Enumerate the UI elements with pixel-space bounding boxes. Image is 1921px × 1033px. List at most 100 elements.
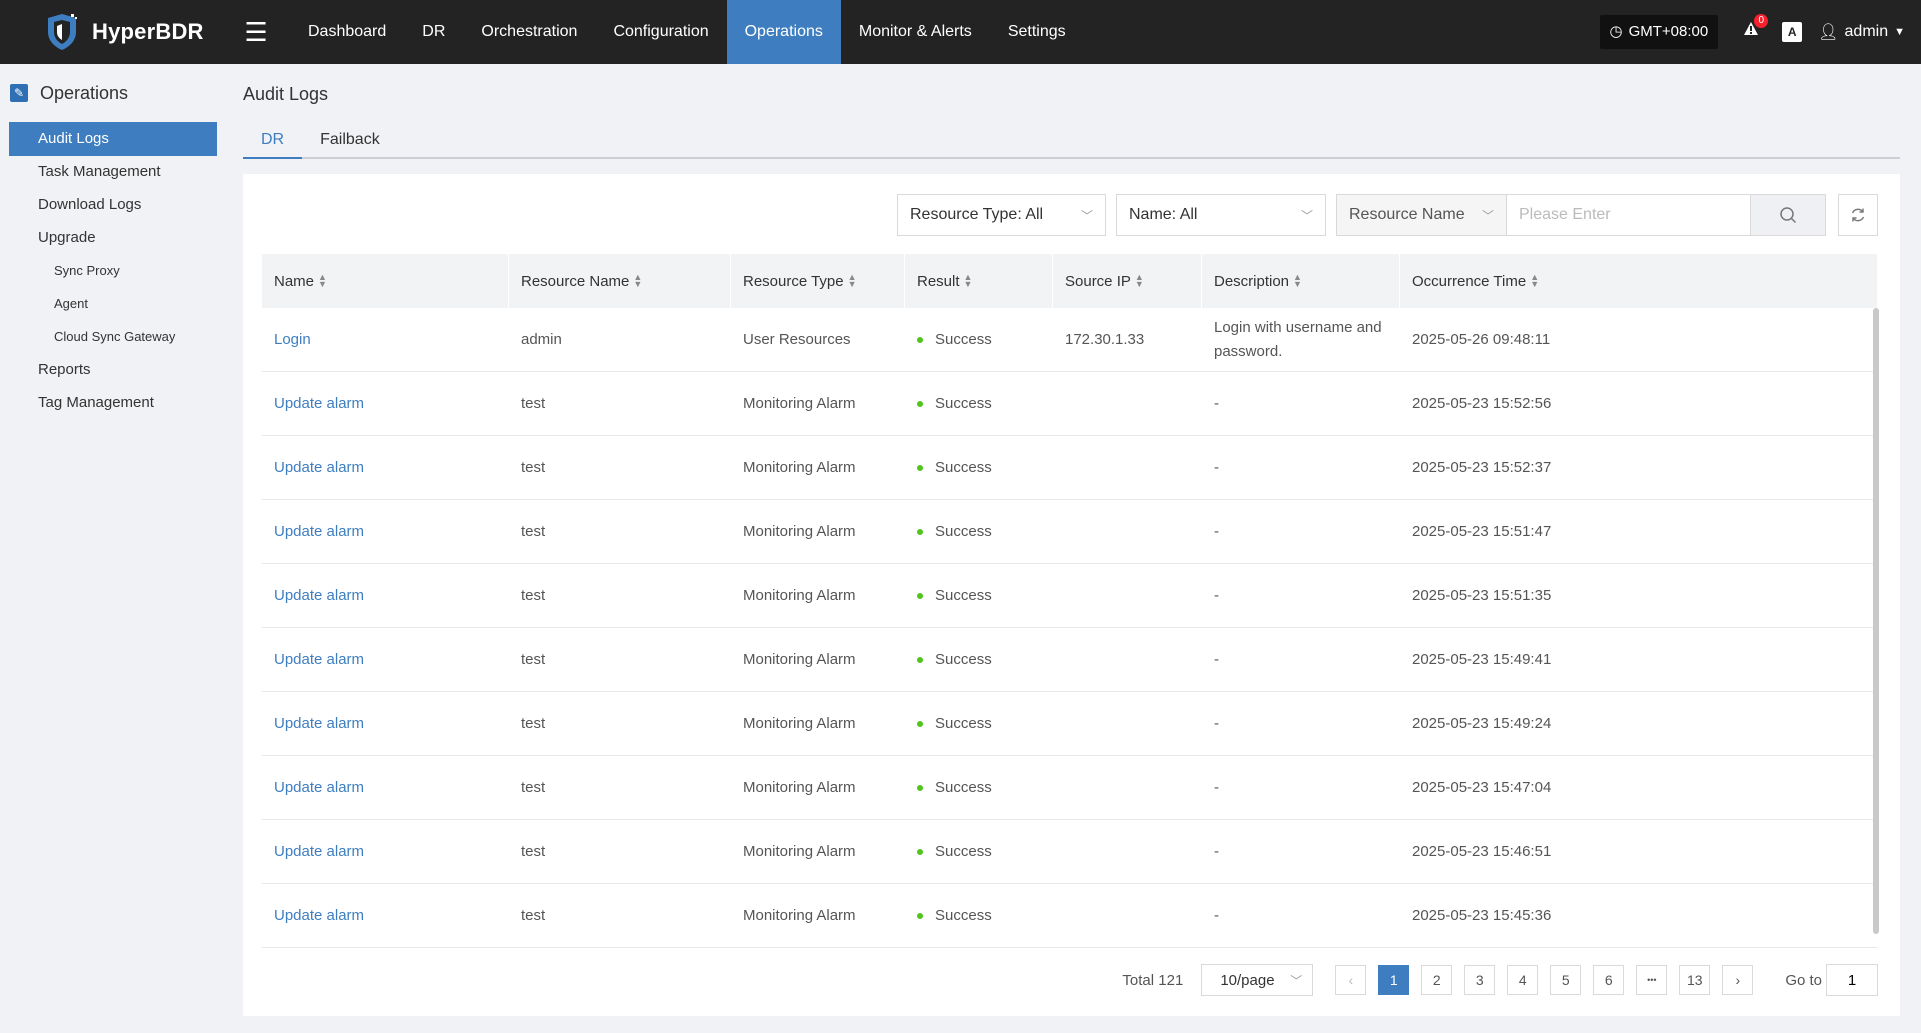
more-pages-icon[interactable]: •••: [1636, 965, 1668, 995]
search-field-value: Resource Name: [1349, 206, 1465, 223]
sort-icon[interactable]: ▲ ▼: [318, 273, 327, 289]
description-cell: -: [1214, 842, 1219, 860]
resource-name-cell: admin: [521, 331, 562, 348]
column-header-label: Description: [1214, 272, 1290, 290]
user-menu[interactable]: 👤︎ admin ▼: [1818, 22, 1905, 42]
language-icon[interactable]: A: [1782, 22, 1803, 42]
table-row: Update alarm test Monitoring Alarm Success -…: [262, 436, 1878, 500]
sidebar-item-upgrade[interactable]: Upgrade: [9, 221, 217, 254]
tab-failback[interactable]: Failback: [302, 124, 398, 159]
nav-item-configuration[interactable]: Configuration: [595, 0, 726, 64]
log-name-link[interactable]: Update alarm: [262, 715, 509, 732]
sidebar-item-reports[interactable]: Reports: [9, 353, 217, 386]
app-logo[interactable]: HyperBDR: [0, 0, 228, 64]
sidebar-item-task-management[interactable]: Task Management: [9, 155, 217, 188]
table-scrollbar[interactable]: [1873, 308, 1879, 934]
menu-toggle-icon[interactable]: ☰: [228, 0, 284, 64]
page-button-5[interactable]: 5: [1550, 965, 1582, 995]
log-name-link[interactable]: Login: [262, 331, 509, 348]
occurrence-time-cell: 2025-05-23 15:45:36: [1412, 907, 1552, 924]
page-title: Audit Logs: [243, 84, 329, 104]
page-button-2[interactable]: 2: [1421, 965, 1453, 995]
table-row: Update alarm test Monitoring Alarm Success -…: [262, 884, 1878, 948]
name-select[interactable]: Name: All ﹀: [1116, 194, 1326, 236]
resource-name-cell: test: [521, 459, 546, 476]
sidebar-section-header: ✎ Operations: [0, 64, 225, 122]
chevron-right-icon: ›: [1735, 972, 1741, 988]
resource-name-cell: test: [521, 715, 546, 732]
sort-icon[interactable]: ▲ ▼: [964, 273, 973, 289]
sort-icon[interactable]: ▲ ▼: [1135, 273, 1144, 289]
page-button-13[interactable]: 13: [1679, 965, 1711, 995]
nav-item-operations[interactable]: Operations: [726, 0, 841, 64]
alert-bell-icon[interactable]: 0: [1742, 14, 1769, 44]
log-name-link[interactable]: Update alarm: [262, 395, 509, 412]
timezone-button[interactable]: ◷ GMT+08:00: [1599, 15, 1719, 49]
resource-type-select[interactable]: Resource Type: All ﹀: [897, 194, 1106, 236]
result-label: Success: [935, 331, 992, 348]
column-header-result[interactable]: Result ▲ ▼: [905, 254, 1053, 308]
search-input[interactable]: [1507, 194, 1751, 236]
page-button-1[interactable]: 1: [1378, 965, 1410, 995]
sidebar-item-agent[interactable]: Agent: [0, 287, 225, 320]
description-cell: -: [1214, 394, 1219, 412]
column-header-description[interactable]: Description ▲ ▼: [1202, 254, 1400, 308]
next-page-button[interactable]: ›: [1722, 965, 1754, 995]
column-header-resource-type[interactable]: Resource Type ▲ ▼: [731, 254, 905, 308]
nav-item-dr[interactable]: DR: [404, 0, 463, 64]
column-header-occurrence-time[interactable]: Occurrence Time ▲ ▼: [1400, 254, 1878, 308]
result-cell: Success: [905, 395, 1053, 412]
user-name: admin: [1844, 23, 1889, 40]
nav-item-monitor-alerts[interactable]: Monitor & Alerts: [841, 0, 990, 64]
status-dot-icon: [917, 913, 923, 920]
log-name-link[interactable]: Update alarm: [262, 907, 509, 924]
sort-icon[interactable]: ▲ ▼: [1293, 273, 1302, 289]
occurrence-time-cell: 2025-05-26 09:48:11: [1412, 331, 1551, 348]
column-header-resource-name[interactable]: Resource Name ▲ ▼: [509, 254, 731, 308]
log-name-link[interactable]: Update alarm: [262, 523, 509, 540]
table-row: Update alarm test Monitoring Alarm Success -…: [262, 628, 1878, 692]
goto-page-input[interactable]: [1826, 964, 1878, 996]
column-header-name[interactable]: Name ▲ ▼: [262, 254, 509, 308]
log-name-link[interactable]: Update alarm: [262, 459, 509, 476]
table-row: Login admin User Resources Success 172.30.1.…: [262, 308, 1878, 372]
log-name-link[interactable]: Update alarm: [262, 779, 509, 796]
sort-icon[interactable]: ▲ ▼: [848, 273, 857, 289]
sort-icon[interactable]: ▲ ▼: [1530, 273, 1539, 289]
clock-icon: ◷: [1609, 23, 1623, 40]
description-cell: -: [1214, 650, 1219, 668]
sort-icon[interactable]: ▲ ▼: [633, 273, 642, 289]
top-bar: HyperBDR ☰ Dashboard DR Orchestration Confi…: [0, 0, 1921, 64]
sidebar-item-sync-proxy[interactable]: Sync Proxy: [0, 254, 225, 287]
sidebar-item-tag-management[interactable]: Tag Management: [9, 386, 217, 419]
status-dot-icon: [917, 465, 923, 472]
refresh-button[interactable]: [1838, 194, 1878, 236]
status-dot-icon: [917, 593, 923, 600]
sidebar-item-download-logs[interactable]: Download Logs: [9, 188, 217, 221]
tab-dr[interactable]: DR: [243, 124, 303, 159]
page-button-4[interactable]: 4: [1507, 965, 1539, 995]
search-field-select[interactable]: Resource Name ﹀: [1336, 194, 1507, 236]
scrollbar-thumb[interactable]: [1873, 308, 1879, 934]
chevron-down-icon: ﹀: [1080, 208, 1093, 223]
resource-name-cell: test: [521, 395, 546, 412]
page-button-3[interactable]: 3: [1464, 965, 1496, 995]
resource-name-cell: test: [521, 587, 546, 604]
page-button-6[interactable]: 6: [1593, 965, 1625, 995]
prev-page-button[interactable]: ‹: [1335, 965, 1367, 995]
resource-type-cell: Monitoring Alarm: [743, 651, 856, 668]
resource-type-cell: Monitoring Alarm: [743, 907, 856, 924]
log-name-link[interactable]: Update alarm: [262, 587, 509, 604]
nav-item-settings[interactable]: Settings: [990, 0, 1084, 64]
log-name-link[interactable]: Update alarm: [262, 843, 509, 860]
search-button[interactable]: [1751, 194, 1826, 236]
sidebar-item-cloud-sync-gateway[interactable]: Cloud Sync Gateway: [0, 320, 225, 353]
log-name-link[interactable]: Update alarm: [262, 651, 509, 668]
page-size-select[interactable]: 10/page ﹀: [1201, 964, 1314, 996]
column-header-source-ip[interactable]: Source IP ▲ ▼: [1053, 254, 1202, 308]
nav-item-orchestration[interactable]: Orchestration: [463, 0, 595, 64]
table-row: Update alarm test Monitoring Alarm Success -…: [262, 372, 1878, 436]
nav-item-dashboard[interactable]: Dashboard: [290, 0, 404, 64]
resource-name-cell: test: [521, 843, 546, 860]
sidebar-item-audit-logs[interactable]: Audit Logs: [9, 122, 217, 156]
